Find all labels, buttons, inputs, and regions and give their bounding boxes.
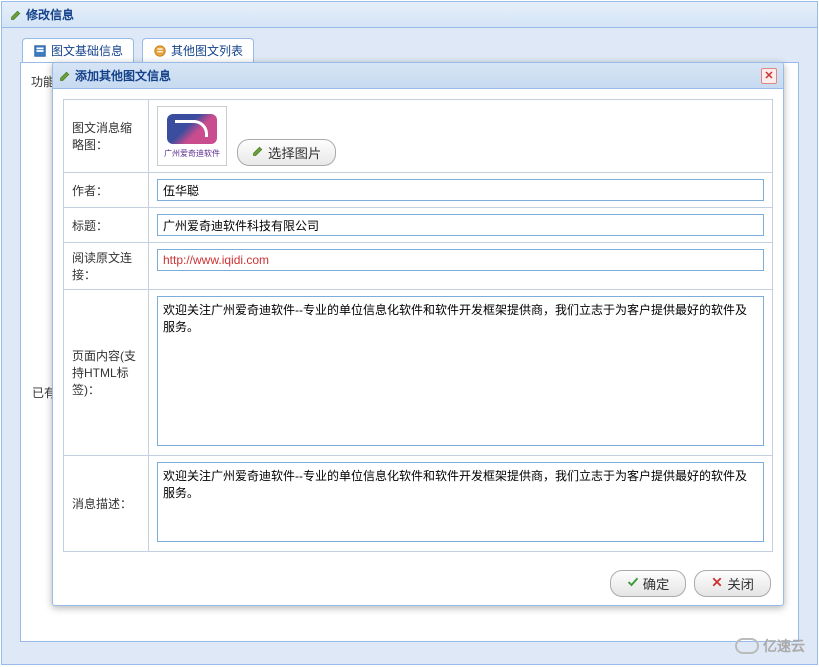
author-label: 作者： [64,173,149,208]
outer-title: 修改信息 [26,6,74,23]
pencil-icon [252,145,264,160]
tab-label: 其他图文列表 [171,42,243,59]
close-icon: ✕ [764,69,773,82]
form-icon [33,44,47,58]
tab-bar: 图文基础信息 其他图文列表 [2,28,817,62]
watermark: 亿速云 [735,636,805,656]
modal-header: 添加其他图文信息 ✕ [53,63,783,89]
ok-label: 确定 [643,574,670,593]
modal-body: 图文消息缩略图： 广州爱奇迪软件 选择图片 [53,89,783,562]
form-table: 图文消息缩略图： 广州爱奇迪软件 选择图片 [63,99,773,552]
modal-title: 添加其他图文信息 [75,67,757,84]
row-title: 标题： [64,208,773,243]
pencil-icon [59,70,71,82]
content-label: 页面内容(支持HTML标签)： [64,290,149,456]
pencil-icon [10,9,22,21]
row-thumbnail: 图文消息缩略图： 广州爱奇迪软件 选择图片 [64,100,773,173]
tab-other-list[interactable]: 其他图文列表 [142,38,254,62]
thumbnail-label: 图文消息缩略图： [64,100,149,173]
author-input[interactable] [157,179,764,201]
outer-panel: 修改信息 图文基础信息 其他图文列表 功能 已有 添加其他图文信息 ✕ [1,1,818,665]
close-button[interactable]: ✕ [761,68,777,84]
modal-dialog: 添加其他图文信息 ✕ 图文消息缩略图： 广州爱奇迪软件 [52,62,784,606]
desc-textarea[interactable] [157,462,764,542]
check-icon [627,576,639,591]
modal-footer: 确定 关闭 [53,562,783,605]
url-input[interactable] [157,249,764,271]
content-textarea[interactable] [157,296,764,446]
thumbnail-area: 广州爱奇迪软件 选择图片 [157,106,764,166]
close-label: 关闭 [727,574,754,593]
thumbnail-caption: 广州爱奇迪软件 [164,148,220,159]
logo-icon [167,114,217,144]
title-input[interactable] [157,214,764,236]
watermark-text: 亿速云 [763,636,805,656]
thumbnail-preview: 广州爱奇迪软件 [157,106,227,166]
close-action-button[interactable]: 关闭 [694,570,771,597]
tab-label: 图文基础信息 [51,42,123,59]
row-url: 阅读原文连接： [64,243,773,290]
title-label: 标题： [64,208,149,243]
list-icon [153,44,167,58]
tab-basic-info[interactable]: 图文基础信息 [22,38,134,62]
outer-header: 修改信息 [2,2,817,28]
desc-label: 消息描述： [64,456,149,552]
row-content: 页面内容(支持HTML标签)： [64,290,773,456]
row-desc: 消息描述： [64,456,773,552]
url-label: 阅读原文连接： [64,243,149,290]
cloud-icon [735,638,759,654]
select-image-button[interactable]: 选择图片 [237,139,336,166]
x-icon [711,576,723,591]
row-author: 作者： [64,173,773,208]
ok-button[interactable]: 确定 [610,570,687,597]
select-image-label: 选择图片 [268,143,321,162]
